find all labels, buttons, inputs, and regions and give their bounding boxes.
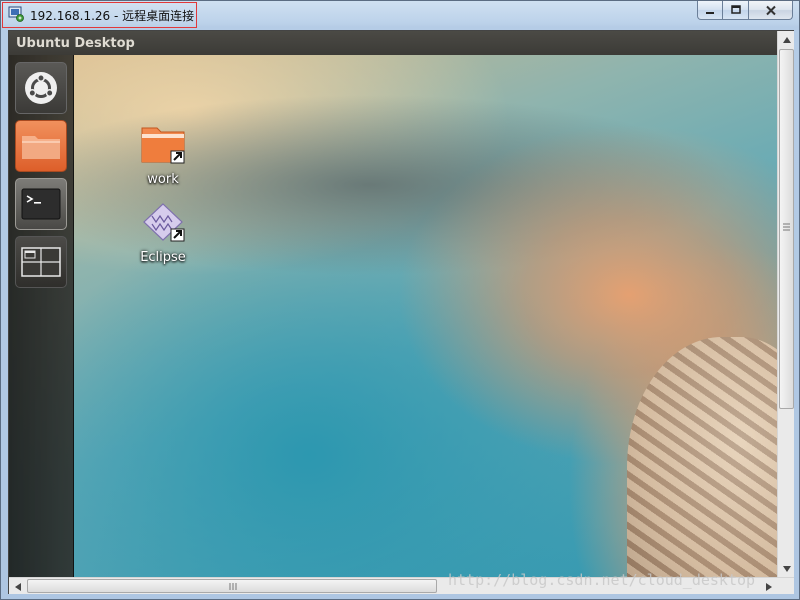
scroll-left-arrow[interactable] bbox=[9, 578, 26, 595]
vertical-scrollbar[interactable] bbox=[777, 31, 794, 577]
ubuntu-top-panel: Ubuntu Desktop bbox=[9, 31, 777, 55]
window-title: 192.168.1.26 - 远程桌面连接 bbox=[30, 9, 195, 23]
launcher-dash-button[interactable] bbox=[15, 62, 67, 114]
desktop-icon-eclipse-label: Eclipse bbox=[140, 250, 186, 265]
close-button[interactable] bbox=[749, 1, 793, 20]
arrow-up-icon bbox=[782, 36, 791, 43]
scroll-up-arrow[interactable] bbox=[778, 31, 795, 48]
ubuntu-panel-title: Ubuntu Desktop bbox=[16, 36, 135, 51]
desktop-wallpaper[interactable] bbox=[9, 55, 777, 577]
grip-icon bbox=[229, 583, 237, 590]
terminal-icon bbox=[21, 188, 61, 220]
workspace-switcher-icon bbox=[21, 247, 61, 277]
launcher-workspaces-button[interactable] bbox=[15, 236, 67, 288]
rdp-window: 192.168.1.26 - 远程桌面连接 Ubuntu Desktop wor… bbox=[0, 0, 800, 600]
close-icon bbox=[765, 5, 776, 15]
ubuntu-logo-icon bbox=[25, 72, 57, 104]
desktop-icon-work[interactable]: work bbox=[128, 124, 198, 187]
window-titlebar[interactable]: 192.168.1.26 - 远程桌面连接 bbox=[1, 1, 799, 29]
desktop-icon-work-label: work bbox=[147, 172, 179, 187]
arrow-down-icon bbox=[782, 565, 791, 572]
caption-buttons bbox=[697, 1, 793, 20]
unity-launcher bbox=[9, 55, 74, 577]
grip-icon bbox=[783, 223, 790, 231]
wallpaper-rope bbox=[627, 337, 777, 577]
minimize-icon bbox=[706, 12, 714, 14]
eclipse-shortcut-icon bbox=[143, 203, 185, 242]
arrow-left-icon bbox=[14, 582, 21, 591]
remote-desktop-viewport[interactable]: Ubuntu Desktop work Eclipse bbox=[8, 30, 794, 594]
scroll-right-arrow[interactable] bbox=[760, 578, 777, 595]
blog-watermark: http://blog.csdn.net/cloud_desktop bbox=[448, 571, 756, 589]
maximize-icon bbox=[730, 5, 741, 14]
vertical-scroll-thumb[interactable] bbox=[779, 49, 794, 409]
launcher-files-button[interactable] bbox=[15, 120, 67, 172]
desktop-icon-eclipse[interactable]: Eclipse bbox=[128, 202, 198, 265]
maximize-button[interactable] bbox=[723, 1, 749, 20]
arrow-right-icon bbox=[765, 582, 772, 591]
horizontal-scroll-thumb[interactable] bbox=[27, 579, 437, 593]
minimize-button[interactable] bbox=[697, 1, 723, 20]
remote-desktop-icon[interactable] bbox=[8, 6, 24, 22]
launcher-terminal-button[interactable] bbox=[15, 178, 67, 230]
scroll-down-arrow[interactable] bbox=[778, 560, 795, 577]
folder-icon bbox=[22, 136, 60, 159]
folder-shortcut-icon bbox=[141, 127, 185, 164]
